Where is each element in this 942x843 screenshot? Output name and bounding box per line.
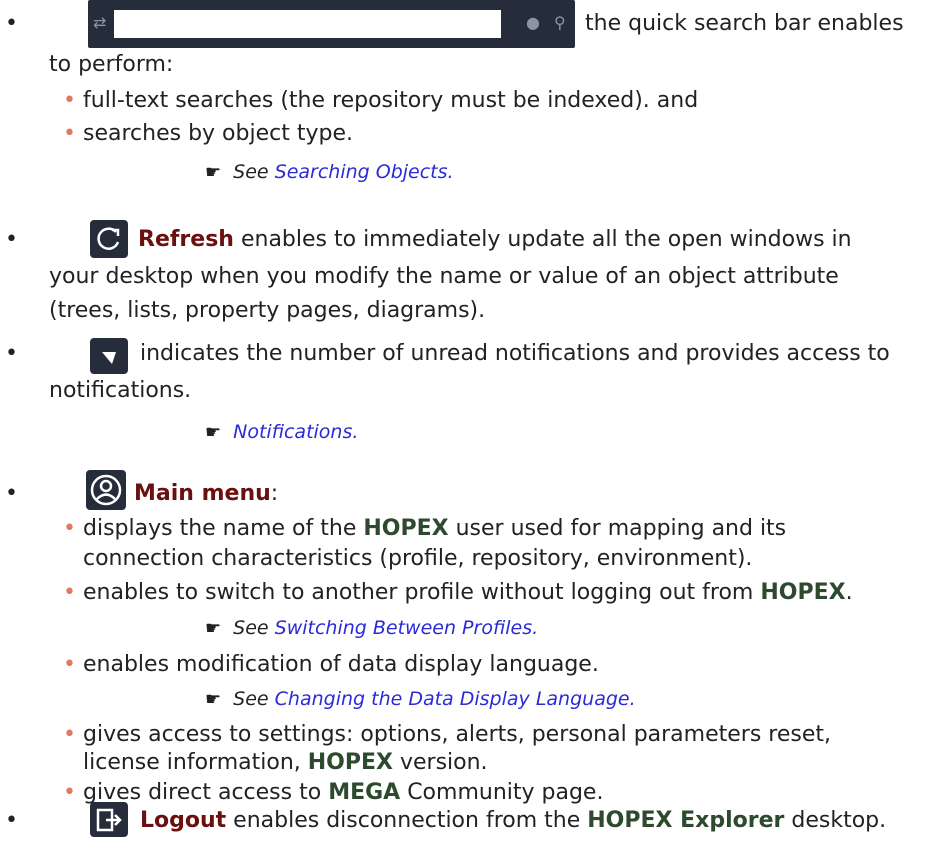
main-menu-label: Main menu [134, 481, 271, 506]
notification-icon[interactable] [90, 338, 128, 374]
swap-icon[interactable]: ⇄ [93, 13, 106, 32]
info-icon[interactable]: ● [526, 13, 540, 32]
link-notifications[interactable]: Notifications. [233, 421, 358, 443]
text: Refresh enables to immediately update al… [138, 227, 852, 252]
bullet: • [5, 11, 18, 36]
see-note: ☛ See Searching Objects. [205, 161, 454, 183]
pointing-hand-icon: ☛ [205, 618, 222, 639]
list-item: displays the name of the HOPEX user used… [83, 516, 787, 541]
pointing-hand-icon: ☛ [205, 162, 222, 183]
bullet: • [5, 341, 18, 366]
list-item: gives direct access to MEGA Community pa… [83, 780, 604, 805]
pointing-hand-icon: ☛ [205, 689, 222, 710]
link-searching-objects[interactable]: Searching Objects. [275, 161, 454, 183]
search-input[interactable] [114, 10, 501, 38]
list-item: enables to switch to another profile wit… [83, 580, 853, 605]
pointing-hand-icon: ☛ [205, 422, 222, 443]
text: Main menu: [134, 481, 279, 506]
text: to perform: [49, 52, 174, 77]
logout-icon[interactable] [90, 802, 128, 837]
search-icon[interactable]: ⚲ [554, 13, 566, 32]
refresh-icon[interactable] [90, 220, 128, 258]
text: indicates the number of unread notificat… [140, 341, 890, 366]
see-note: ☛ See Changing the Data Display Language. [205, 688, 636, 710]
list-item: license information, HOPEX version. [83, 750, 488, 775]
text: notifications. [49, 378, 192, 403]
text: Logout enables disconnection from the HO… [140, 808, 887, 833]
bullet: • [5, 481, 18, 506]
see-note: ☛ See Switching Between Profiles. [205, 617, 539, 639]
list-item: connection characteristics (profile, rep… [83, 546, 753, 571]
list-item: searches by object type. [83, 121, 353, 146]
list-item: enables modification of data display lan… [83, 652, 599, 677]
see-note: ☛ Notifications. [205, 418, 358, 447]
text: the quick search bar enables [585, 11, 904, 36]
text: (trees, lists, property pages, diagrams)… [49, 298, 486, 323]
list-item: full-text searches (the repository must … [83, 88, 699, 113]
bullet: • [5, 227, 18, 252]
link-changing-language[interactable]: Changing the Data Display Language. [275, 688, 636, 710]
user-menu-icon[interactable] [86, 470, 126, 510]
logout-label: Logout [140, 808, 227, 833]
bullet: • [5, 808, 18, 833]
refresh-label: Refresh [138, 227, 234, 252]
list-item: gives access to settings: options, alert… [83, 722, 831, 747]
link-switching-profiles[interactable]: Switching Between Profiles. [275, 617, 539, 639]
text: your desktop when you modify the name or… [49, 264, 839, 289]
quick-search-bar[interactable]: ⇄ ● ⚲ [88, 0, 575, 48]
